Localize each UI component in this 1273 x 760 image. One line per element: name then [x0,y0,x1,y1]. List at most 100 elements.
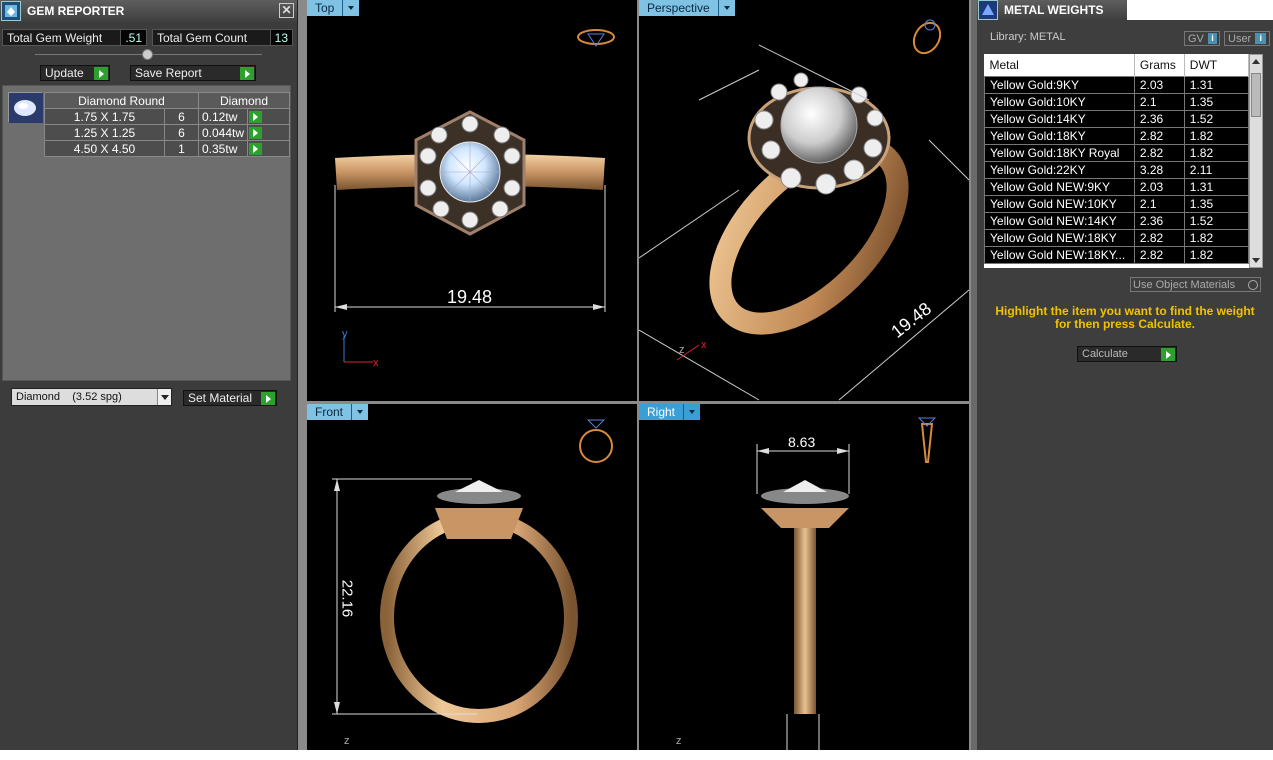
metal-dwt: 1.35 [1183,194,1249,213]
save-report-button[interactable]: Save Report [130,65,256,81]
table-row[interactable]: Yellow Gold NEW:9KY 2.03 1.31 [984,177,1249,196]
metal-weights-icon [978,0,998,20]
metal-weights-title: METAL WEIGHTS [1004,3,1104,17]
total-gem-weight-label: Total Gem Weight [7,30,103,45]
viewport-top[interactable]: y x Top 19.48 [307,0,637,401]
gv-toggle[interactable]: GV i [1184,31,1220,46]
gem-weight: 0.044tw [197,124,249,141]
scroll-down-icon[interactable] [1252,258,1260,263]
table-row[interactable]: Yellow Gold NEW:14KY 2.36 1.52 [984,211,1249,230]
go-arrow-icon[interactable] [249,127,263,140]
axis-x-label: x [701,339,707,351]
go-arrow-icon[interactable] [249,143,263,156]
gem-weight: 0.35tw [197,140,249,157]
grams-header[interactable]: Grams [1134,54,1185,76]
metal-dwt: 1.82 [1183,245,1249,264]
viewport-right[interactable]: z Right 8.63 [639,404,969,750]
tab-perspective[interactable]: Perspective [639,0,735,16]
titlebar-filler [1127,0,1273,20]
viewport-label: Front [315,405,344,419]
dimension-width: 8.63 [788,434,816,450]
viewport-area: y x Top 19.48 z x Perspective 19.48 z Fr… [298,0,971,750]
radio-icon [1248,279,1258,290]
table-row[interactable]: 1.25 X 1.25 6 0.044tw [44,124,290,141]
calculate-button[interactable]: Calculate [1077,346,1177,362]
table-row[interactable]: Yellow Gold:9KY 2.03 1.31 [984,75,1249,94]
metal-grams: 2.03 [1133,75,1185,94]
chevron-down-icon[interactable] [683,404,700,420]
metal-grams: 2.36 [1133,211,1185,230]
metal-dwt: 1.31 [1183,177,1249,196]
calculate-hint: Highlight the item you want to find the … [995,304,1255,331]
tab-top[interactable]: Top [307,0,360,16]
go-arrow-icon [1161,348,1175,361]
chevron-down-icon[interactable] [342,0,359,16]
table-row[interactable]: 4.50 X 4.50 1 0.35tw [44,140,290,157]
table-row[interactable]: Yellow Gold:10KY 2.1 1.35 [984,92,1249,111]
gv-label: GV [1188,32,1204,45]
total-gem-count-value: 13 [269,30,292,45]
material-select[interactable]: Diamond (3.52 spg) [11,388,172,406]
viewport-label: Top [315,1,335,15]
chevron-down-icon[interactable] [717,0,735,16]
metal-name: Yellow Gold NEW:18KY [984,228,1135,247]
metal-name: Yellow Gold:18KY [984,126,1135,145]
metal-header[interactable]: Metal [984,54,1135,76]
close-icon[interactable]: ✕ [279,3,294,18]
metal-grams: 2.1 [1133,194,1185,213]
table-row[interactable]: Yellow Gold NEW:10KY 2.1 1.35 [984,194,1249,213]
gem-reporter-icon [1,1,21,21]
table-row[interactable]: Yellow Gold:22KY 3.28 2.11 [984,160,1249,179]
total-gem-count-field: Total Gem Count 13 [152,29,293,46]
tab-front[interactable]: Front [307,404,369,420]
metal-grams: 2.82 [1133,228,1185,247]
library-label: Library: METAL [990,31,1066,43]
metal-grams: 2.36 [1133,109,1185,128]
metal-table-scrollbar[interactable] [1249,54,1263,268]
splitter-handle[interactable] [142,49,153,60]
metal-weights-panel: METAL WEIGHTS Library: METAL GV i User i M… [977,0,1273,750]
viewport-front[interactable]: z Front 22.16 [307,404,637,750]
metal-grams: 2.82 [1133,143,1185,162]
table-row[interactable]: Yellow Gold NEW:18KY... 2.82 1.82 [984,245,1249,264]
metal-grams: 2.82 [1133,245,1185,264]
set-material-label: Set Material [188,391,253,405]
go-arrow-icon [240,67,254,80]
viewport-perspective[interactable]: z x Perspective 19.48 [639,0,969,401]
scroll-up-icon[interactable] [1252,59,1260,64]
table-row[interactable]: Yellow Gold:14KY 2.36 1.52 [984,109,1249,128]
dwt-header[interactable]: DWT [1184,54,1249,76]
ring-thumbnail-icon [912,19,942,55]
set-material-button[interactable]: Set Material [183,390,277,406]
update-button[interactable]: Update [40,65,110,81]
metal-grams: 3.28 [1133,160,1185,179]
metal-dwt: 1.52 [1183,211,1249,230]
save-report-label: Save Report [135,66,202,80]
chevron-down-icon[interactable] [351,404,368,420]
axis-y-label: y [342,328,348,340]
metal-name: Yellow Gold:9KY [984,75,1135,94]
metal-dwt: 2.11 [1183,160,1249,179]
metal-grams: 2.82 [1133,126,1185,145]
table-row[interactable]: Yellow Gold:18KY Royal 2.82 1.82 [984,143,1249,162]
metal-name: Yellow Gold:10KY [984,92,1135,111]
gem-size: 4.50 X 4.50 [44,140,165,157]
tab-right[interactable]: Right [639,404,701,420]
gem-weight: 0.12tw [197,108,249,125]
axis-z-label: z [344,735,350,747]
table-row[interactable]: Yellow Gold NEW:18KY 2.82 1.82 [984,228,1249,247]
chevron-down-icon [157,389,171,405]
total-gem-weight-field: Total Gem Weight .51 [2,29,147,46]
metal-name: Yellow Gold:14KY [984,109,1135,128]
total-gem-weight-value: .51 [120,30,146,45]
scroll-thumb[interactable] [1251,73,1261,117]
gem-header-shape: Diamond Round [44,92,199,109]
table-row[interactable]: 1.75 X 1.75 6 0.12tw [44,108,290,125]
user-toggle[interactable]: User i [1224,31,1270,46]
go-arrow-icon[interactable] [249,111,263,124]
use-object-materials-toggle[interactable]: Use Object Materials [1130,277,1261,292]
metal-name: Yellow Gold NEW:18KY... [984,245,1135,264]
table-row[interactable]: Yellow Gold:18KY 2.82 1.82 [984,126,1249,145]
gem-size: 1.75 X 1.75 [44,108,165,125]
metal-name: Yellow Gold NEW:14KY [984,211,1135,230]
